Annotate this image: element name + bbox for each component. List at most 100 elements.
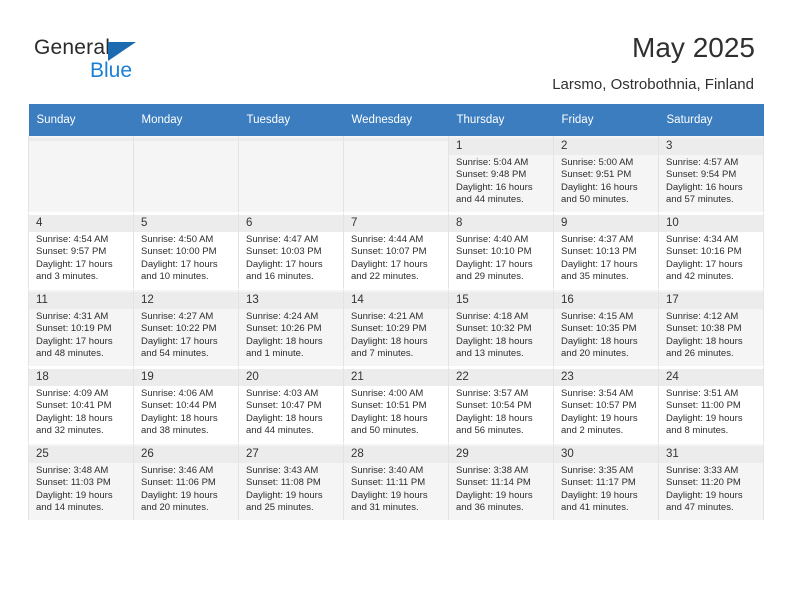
day-number: 22	[449, 369, 553, 386]
calendar-day-cell[interactable]: 28 Sunrise: 3:40 AM Sunset: 11:11 PM Daylig…	[343, 443, 449, 521]
sunrise-time: Sunrise: 4:44 AM	[351, 234, 424, 245]
daylight-duration-line1: Daylight: 16 hours	[456, 181, 533, 193]
calendar-day-cell[interactable]: 2 Sunrise: 5:00 AM Sunset: 9:51 PM Daylight…	[553, 136, 659, 213]
daylight-duration-line1: Daylight: 18 hours	[141, 412, 218, 424]
calendar-day-cell[interactable]: 4 Sunrise: 4:54 AM Sunset: 9:57 PM Daylight…	[28, 212, 134, 290]
calendar-cell-inner: 5 Sunrise: 4:50 AM Sunset: 10:00 PM Dayligh…	[134, 213, 238, 289]
day-number: 13	[239, 292, 343, 309]
calendar-day-cell[interactable]: 15 Sunrise: 4:18 AM Sunset: 10:32 PM Daylig…	[448, 289, 554, 367]
calendar-cell-inner: 14 Sunrise: 4:21 AM Sunset: 10:29 PM Daylig…	[344, 290, 448, 366]
daylight-duration-line1: Daylight: 17 hours	[246, 258, 323, 270]
day-sun-details: Sunrise: 3:40 AM Sunset: 11:11 PM Daylight…	[351, 463, 443, 515]
calendar-cell-inner: 30 Sunrise: 3:35 AM Sunset: 11:17 PM Daylig…	[554, 444, 658, 520]
calendar-day-cell[interactable]: 16 Sunrise: 4:15 AM Sunset: 10:35 PM Daylig…	[553, 289, 659, 367]
calendar-day-cell[interactable]: 27 Sunrise: 3:43 AM Sunset: 11:08 PM Daylig…	[238, 443, 344, 521]
calendar-day-cell[interactable]: 25 Sunrise: 3:48 AM Sunset: 11:03 PM Daylig…	[28, 443, 134, 521]
daylight-duration-line1: Daylight: 16 hours	[666, 181, 743, 193]
daylight-duration-line2: and 13 minutes.	[456, 348, 524, 360]
calendar-cell-inner	[29, 136, 133, 212]
general-blue-logo[interactable]: General Blue	[34, 36, 174, 86]
sunset-time: Sunset: 11:06 PM	[141, 477, 216, 489]
sunrise-time: Sunrise: 3:35 AM	[561, 465, 634, 476]
daylight-duration-line1: Daylight: 17 hours	[456, 258, 533, 270]
logo-text-general: General	[34, 36, 111, 59]
calendar-cell-empty	[343, 136, 449, 213]
sunset-time: Sunset: 10:07 PM	[351, 246, 427, 258]
calendar-day-cell[interactable]: 31 Sunrise: 3:33 AM Sunset: 11:20 PM Daylig…	[658, 443, 764, 521]
calendar-day-cell[interactable]: 24 Sunrise: 3:51 AM Sunset: 11:00 PM Daylig…	[658, 366, 764, 444]
calendar-day-cell[interactable]: 18 Sunrise: 4:09 AM Sunset: 10:41 PM Daylig…	[28, 366, 134, 444]
daylight-duration-line1: Daylight: 18 hours	[666, 335, 743, 347]
calendar-day-cell[interactable]: 19 Sunrise: 4:06 AM Sunset: 10:44 PM Daylig…	[133, 366, 239, 444]
calendar-cell-inner: 4 Sunrise: 4:54 AM Sunset: 9:57 PM Daylight…	[29, 213, 133, 289]
daylight-duration-line2: and 44 minutes.	[456, 194, 524, 206]
daylight-duration-line1: Daylight: 19 hours	[666, 489, 743, 501]
sunset-time: Sunset: 10:13 PM	[561, 246, 637, 258]
sunrise-time: Sunrise: 4:34 AM	[666, 234, 739, 245]
calendar-day-cell[interactable]: 12 Sunrise: 4:27 AM Sunset: 10:22 PM Daylig…	[133, 289, 239, 367]
day-number: 17	[659, 292, 763, 309]
calendar-day-cell[interactable]: 23 Sunrise: 3:54 AM Sunset: 10:57 PM Daylig…	[553, 366, 659, 444]
sunrise-time: Sunrise: 4:15 AM	[561, 311, 634, 322]
sunrise-time: Sunrise: 4:37 AM	[561, 234, 634, 245]
sunset-time: Sunset: 11:14 PM	[456, 477, 531, 489]
sunset-time: Sunset: 10:22 PM	[141, 323, 217, 335]
day-number: 2	[554, 138, 658, 155]
sunset-time: Sunset: 10:10 PM	[456, 246, 532, 258]
daylight-duration-line2: and 2 minutes.	[561, 425, 624, 437]
day-number: 30	[554, 446, 658, 463]
daylight-duration-line2: and 44 minutes.	[246, 425, 314, 437]
calendar-day-cell[interactable]: 30 Sunrise: 3:35 AM Sunset: 11:17 PM Daylig…	[553, 443, 659, 521]
calendar-cell-inner: 15 Sunrise: 4:18 AM Sunset: 10:32 PM Daylig…	[449, 290, 553, 366]
day-number: 5	[134, 215, 238, 232]
page-subtitle: Larsmo, Ostrobothnia, Finland	[552, 76, 754, 93]
day-sun-details: Sunrise: 4:06 AM Sunset: 10:44 PM Daylight…	[141, 386, 233, 438]
calendar-day-cell[interactable]: 20 Sunrise: 4:03 AM Sunset: 10:47 PM Daylig…	[238, 366, 344, 444]
calendar-day-cell[interactable]: 5 Sunrise: 4:50 AM Sunset: 10:00 PM Dayligh…	[133, 212, 239, 290]
daylight-duration-line1: Daylight: 19 hours	[561, 489, 638, 501]
sunrise-time: Sunrise: 5:04 AM	[456, 157, 529, 168]
day-sun-details: Sunrise: 3:33 AM Sunset: 11:20 PM Daylight…	[666, 463, 758, 515]
calendar-day-cell[interactable]: 29 Sunrise: 3:38 AM Sunset: 11:14 PM Daylig…	[448, 443, 554, 521]
sunset-time: Sunset: 9:57 PM	[36, 246, 107, 258]
calendar-day-cell[interactable]: 21 Sunrise: 4:00 AM Sunset: 10:51 PM Daylig…	[343, 366, 449, 444]
calendar-day-cell[interactable]: 14 Sunrise: 4:21 AM Sunset: 10:29 PM Daylig…	[343, 289, 449, 367]
page-header: General Blue May 2025 Larsmo, Ostrobothn…	[0, 0, 792, 104]
calendar-day-cell[interactable]: 22 Sunrise: 3:57 AM Sunset: 10:54 PM Daylig…	[448, 366, 554, 444]
calendar-day-cell[interactable]: 3 Sunrise: 4:57 AM Sunset: 9:54 PM Daylight…	[658, 136, 764, 213]
sunset-time: Sunset: 10:41 PM	[36, 400, 112, 412]
sunset-time: Sunset: 10:03 PM	[246, 246, 322, 258]
day-sun-details: Sunrise: 4:00 AM Sunset: 10:51 PM Daylight…	[351, 386, 443, 438]
calendar-day-cell[interactable]: 7 Sunrise: 4:44 AM Sunset: 10:07 PM Dayligh…	[343, 212, 449, 290]
daylight-duration-line2: and 32 minutes.	[36, 425, 104, 437]
calendar-day-cell[interactable]: 10 Sunrise: 4:34 AM Sunset: 10:16 PM Daylig…	[658, 212, 764, 290]
day-sun-details: Sunrise: 3:48 AM Sunset: 11:03 PM Daylight…	[36, 463, 128, 515]
day-sun-details: Sunrise: 3:38 AM Sunset: 11:14 PM Daylight…	[456, 463, 548, 515]
calendar-day-cell[interactable]: 17 Sunrise: 4:12 AM Sunset: 10:38 PM Daylig…	[658, 289, 764, 367]
calendar-day-cell[interactable]: 9 Sunrise: 4:37 AM Sunset: 10:13 PM Dayligh…	[553, 212, 659, 290]
calendar-cell-inner: 10 Sunrise: 4:34 AM Sunset: 10:16 PM Daylig…	[659, 213, 763, 289]
day-number: 29	[449, 446, 553, 463]
sunrise-time: Sunrise: 4:18 AM	[456, 311, 529, 322]
calendar-day-cell[interactable]: 13 Sunrise: 4:24 AM Sunset: 10:26 PM Daylig…	[238, 289, 344, 367]
sunrise-time: Sunrise: 3:33 AM	[666, 465, 739, 476]
day-sun-details: Sunrise: 4:21 AM Sunset: 10:29 PM Daylight…	[351, 309, 443, 361]
calendar-cell-inner: 20 Sunrise: 4:03 AM Sunset: 10:47 PM Daylig…	[239, 367, 343, 443]
daylight-duration-line1: Daylight: 17 hours	[36, 335, 113, 347]
daylight-duration-line2: and 8 minutes.	[666, 425, 729, 437]
calendar-day-cell[interactable]: 6 Sunrise: 4:47 AM Sunset: 10:03 PM Dayligh…	[238, 212, 344, 290]
sunrise-time: Sunrise: 3:57 AM	[456, 388, 529, 399]
weekday-header-monday: Monday	[133, 104, 239, 136]
sunset-time: Sunset: 10:29 PM	[351, 323, 427, 335]
sunrise-time: Sunrise: 4:24 AM	[246, 311, 319, 322]
daylight-duration-line2: and 42 minutes.	[666, 271, 734, 283]
calendar-day-cell[interactable]: 26 Sunrise: 3:46 AM Sunset: 11:06 PM Daylig…	[133, 443, 239, 521]
calendar-cell-inner: 1 Sunrise: 5:04 AM Sunset: 9:48 PM Daylight…	[449, 136, 553, 212]
sunrise-time: Sunrise: 4:50 AM	[141, 234, 214, 245]
calendar-cell-inner: 2 Sunrise: 5:00 AM Sunset: 9:51 PM Daylight…	[554, 136, 658, 212]
calendar-day-cell[interactable]: 11 Sunrise: 4:31 AM Sunset: 10:19 PM Daylig…	[28, 289, 134, 367]
day-number	[239, 138, 343, 141]
calendar-day-cell[interactable]: 8 Sunrise: 4:40 AM Sunset: 10:10 PM Dayligh…	[448, 212, 554, 290]
calendar-day-cell[interactable]: 1 Sunrise: 5:04 AM Sunset: 9:48 PM Daylight…	[448, 136, 554, 213]
calendar-cell-inner: 21 Sunrise: 4:00 AM Sunset: 10:51 PM Daylig…	[344, 367, 448, 443]
